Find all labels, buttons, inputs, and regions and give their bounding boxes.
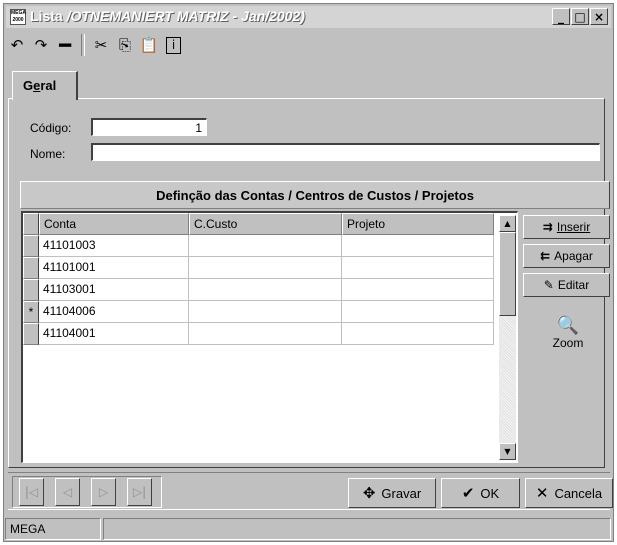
magnifier-icon: 🔍	[556, 315, 580, 336]
info-icon[interactable]: i	[166, 36, 181, 54]
table-row[interactable]: 41101003	[23, 235, 494, 257]
codigo-field[interactable]: 1	[91, 118, 207, 136]
undo-icon[interactable]: ↶	[6, 34, 28, 56]
status-bar: MEGA	[3, 516, 614, 542]
window-title-prefix: Lista	[30, 8, 63, 24]
last-record-icon[interactable]: ▷|	[127, 478, 152, 506]
zoom-label: Zoom	[552, 336, 584, 350]
column-header-projeto[interactable]: Projeto	[342, 213, 494, 235]
scroll-thumb[interactable]	[499, 232, 516, 316]
editar-button[interactable]: ✎ Editar	[523, 273, 610, 297]
group-header: Definção das Contas / Centros de Custos …	[20, 181, 610, 209]
cell-projeto[interactable]	[342, 235, 494, 257]
delete-icon[interactable]: ━	[54, 33, 76, 57]
cell-conta[interactable]: 41103001	[39, 279, 189, 301]
cancel-x-icon: ✕	[535, 484, 549, 502]
insert-row-icon: ⇉	[542, 220, 553, 234]
tab-geral[interactable]: Geral	[12, 71, 78, 100]
row-indicator[interactable]: *	[23, 301, 39, 323]
cell-ccusto[interactable]	[189, 301, 342, 323]
ok-button[interactable]: ✔ OK	[441, 478, 520, 508]
checkmark-icon: ✔	[461, 484, 475, 502]
gravar-label: Gravar	[381, 485, 422, 501]
row-indicator[interactable]	[23, 279, 39, 301]
gravar-button[interactable]: ✥ Gravar	[348, 478, 436, 508]
editar-label: Editar	[557, 278, 590, 292]
row-indicator[interactable]	[23, 257, 39, 279]
scroll-down-icon[interactable]: ▼	[499, 443, 516, 460]
cell-projeto[interactable]	[342, 323, 494, 345]
accounts-grid[interactable]: Conta C.Custo Projeto 41101003 41101001 …	[21, 211, 518, 463]
cell-conta[interactable]: 41104006	[39, 301, 189, 323]
cell-conta[interactable]: 41101001	[39, 257, 189, 279]
cut-icon[interactable]: ✂	[90, 34, 112, 56]
prev-record-icon[interactable]: ◁	[55, 478, 80, 506]
save-icon: ✥	[362, 484, 376, 502]
edit-icon: ✎	[543, 278, 554, 292]
cell-projeto[interactable]	[342, 301, 494, 323]
apagar-label: Apagar	[554, 249, 593, 263]
grid-header-indicator	[23, 213, 39, 235]
status-panel-message	[103, 518, 611, 540]
table-row[interactable]: 41101001	[23, 257, 494, 279]
cell-ccusto[interactable]	[189, 235, 342, 257]
minimize-button[interactable]: _	[552, 8, 570, 25]
cell-projeto[interactable]	[342, 279, 494, 301]
ok-label: OK	[480, 485, 500, 501]
toolbar: ↶ ↷ ━ ✂ ⎘ 📋 i	[6, 30, 181, 60]
column-header-conta[interactable]: Conta	[39, 213, 189, 235]
row-indicator[interactable]	[23, 235, 39, 257]
first-record-icon[interactable]: |◁	[19, 478, 44, 506]
scroll-up-icon[interactable]: ▲	[499, 215, 516, 232]
inserir-button[interactable]: ⇉ Inserir	[523, 215, 610, 239]
cell-projeto[interactable]	[342, 257, 494, 279]
table-row[interactable]: 41104001	[23, 323, 494, 345]
table-row[interactable]: * 41104006	[23, 301, 494, 323]
window-title: Lista /OTNEMANIERT MATRIZ - Jan/2002)	[30, 8, 305, 24]
grid-header-row: Conta C.Custo Projeto	[23, 213, 494, 235]
codigo-label: Código:	[30, 121, 72, 135]
grid-scrollbar[interactable]: ▲ ▼	[499, 215, 516, 460]
inserir-label: Inserir	[556, 220, 591, 234]
zoom-button[interactable]: 🔍 Zoom	[543, 315, 593, 365]
app-icon[interactable]: MEGA 2000	[10, 9, 26, 25]
delete-row-icon: ⇇	[540, 249, 551, 263]
window-title-detail: /OTNEMANIERT MATRIZ - Jan/2002)	[66, 8, 305, 24]
nome-field[interactable]	[91, 143, 600, 161]
cell-ccusto[interactable]	[189, 323, 342, 345]
status-panel-company: MEGA	[5, 518, 101, 540]
paste-icon[interactable]: 📋	[138, 34, 160, 56]
close-button[interactable]: ×	[590, 8, 608, 25]
apagar-button[interactable]: ⇇ Apagar	[523, 244, 610, 268]
cell-ccusto[interactable]	[189, 257, 342, 279]
cancela-button[interactable]: ✕ Cancela	[525, 478, 613, 508]
row-indicator[interactable]	[23, 323, 39, 345]
cell-conta[interactable]: 41101003	[39, 235, 189, 257]
redo-icon[interactable]: ↷	[30, 34, 52, 56]
next-record-icon[interactable]: ▷	[91, 478, 116, 506]
cell-conta[interactable]: 41104001	[39, 323, 189, 345]
copy-icon[interactable]: ⎘	[114, 34, 136, 56]
maximize-button[interactable]: □	[571, 8, 589, 25]
cancela-label: Cancela	[554, 485, 603, 501]
table-row[interactable]: 41103001	[23, 279, 494, 301]
column-header-ccusto[interactable]: C.Custo	[189, 213, 342, 235]
cell-ccusto[interactable]	[189, 279, 342, 301]
title-bar[interactable]: MEGA 2000 Lista /OTNEMANIERT MATRIZ - Ja…	[6, 6, 611, 28]
nome-label: Nome:	[30, 147, 66, 161]
toolbar-separator	[81, 34, 85, 56]
